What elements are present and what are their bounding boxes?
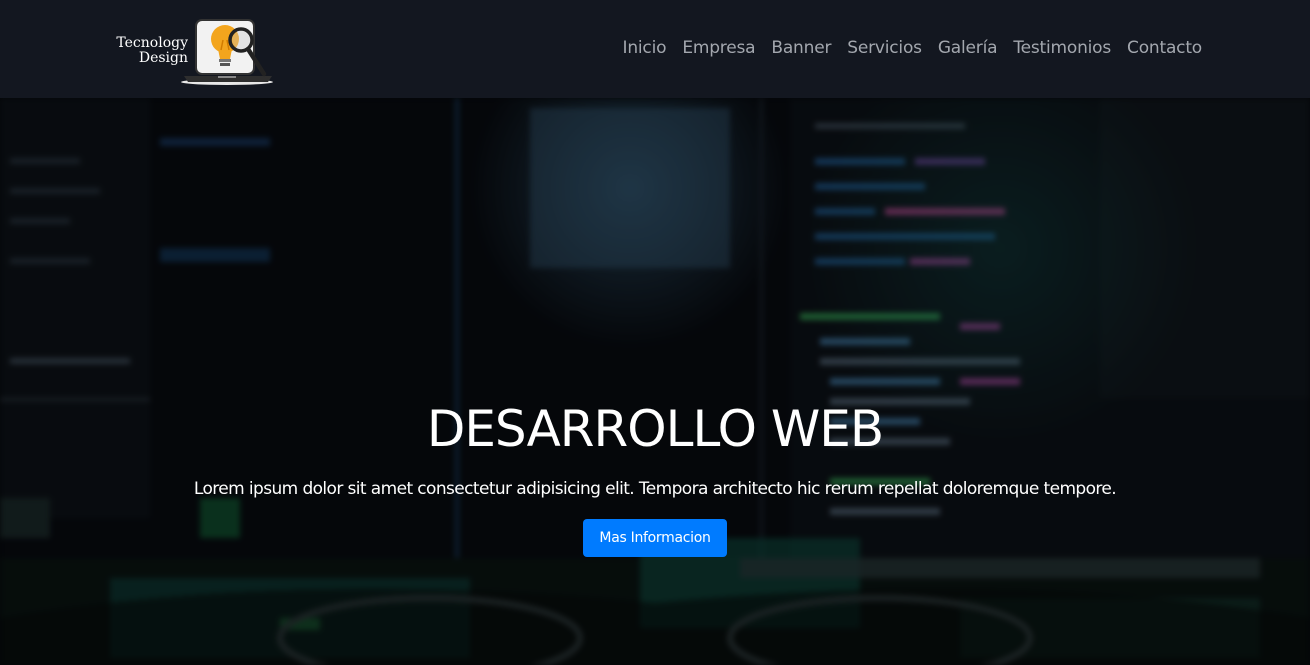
nav-item-inicio: Inicio xyxy=(623,38,667,58)
mas-informacion-button[interactable]: Mas Informacion xyxy=(583,519,727,557)
nav-link-testimonios[interactable]: Testimonios xyxy=(1013,38,1111,58)
nav-link-servicios[interactable]: Servicios xyxy=(847,38,922,58)
laptop-lightbulb-logo-icon xyxy=(181,19,273,85)
hero-overlay xyxy=(0,98,1310,665)
brand-line-2: Design xyxy=(138,50,188,66)
nav-menu: Inicio Empresa Banner Servicios Galería … xyxy=(623,38,1203,58)
navbar: Tecnology Design Inicio Empresa Banner S… xyxy=(0,0,1310,98)
nav-link-galeria[interactable]: Galería xyxy=(938,38,998,58)
brand-link[interactable]: Tecnology Design xyxy=(108,14,278,86)
nav-link-inicio[interactable]: Inicio xyxy=(623,38,667,58)
brand-line-1: Tecnology xyxy=(116,35,188,51)
hero-banner: DESARROLLO WEB Lorem ipsum dolor sit ame… xyxy=(0,98,1310,665)
nav-item-empresa: Empresa xyxy=(682,38,755,58)
nav-item-testimonios: Testimonios xyxy=(1013,38,1111,58)
nav-item-banner: Banner xyxy=(771,38,831,58)
nav-item-contacto: Contacto xyxy=(1127,38,1202,58)
hero-description: Lorem ipsum dolor sit amet consectetur a… xyxy=(193,479,1117,499)
nav-item-servicios: Servicios xyxy=(847,38,922,58)
nav-link-empresa[interactable]: Empresa xyxy=(682,38,755,58)
nav-link-contacto[interactable]: Contacto xyxy=(1127,38,1202,58)
nav-link-banner[interactable]: Banner xyxy=(771,38,831,58)
hero-title: DESARROLLO WEB xyxy=(426,400,884,458)
nav-item-galeria: Galería xyxy=(938,38,998,58)
brand-name: Tecnology Design xyxy=(108,36,188,66)
